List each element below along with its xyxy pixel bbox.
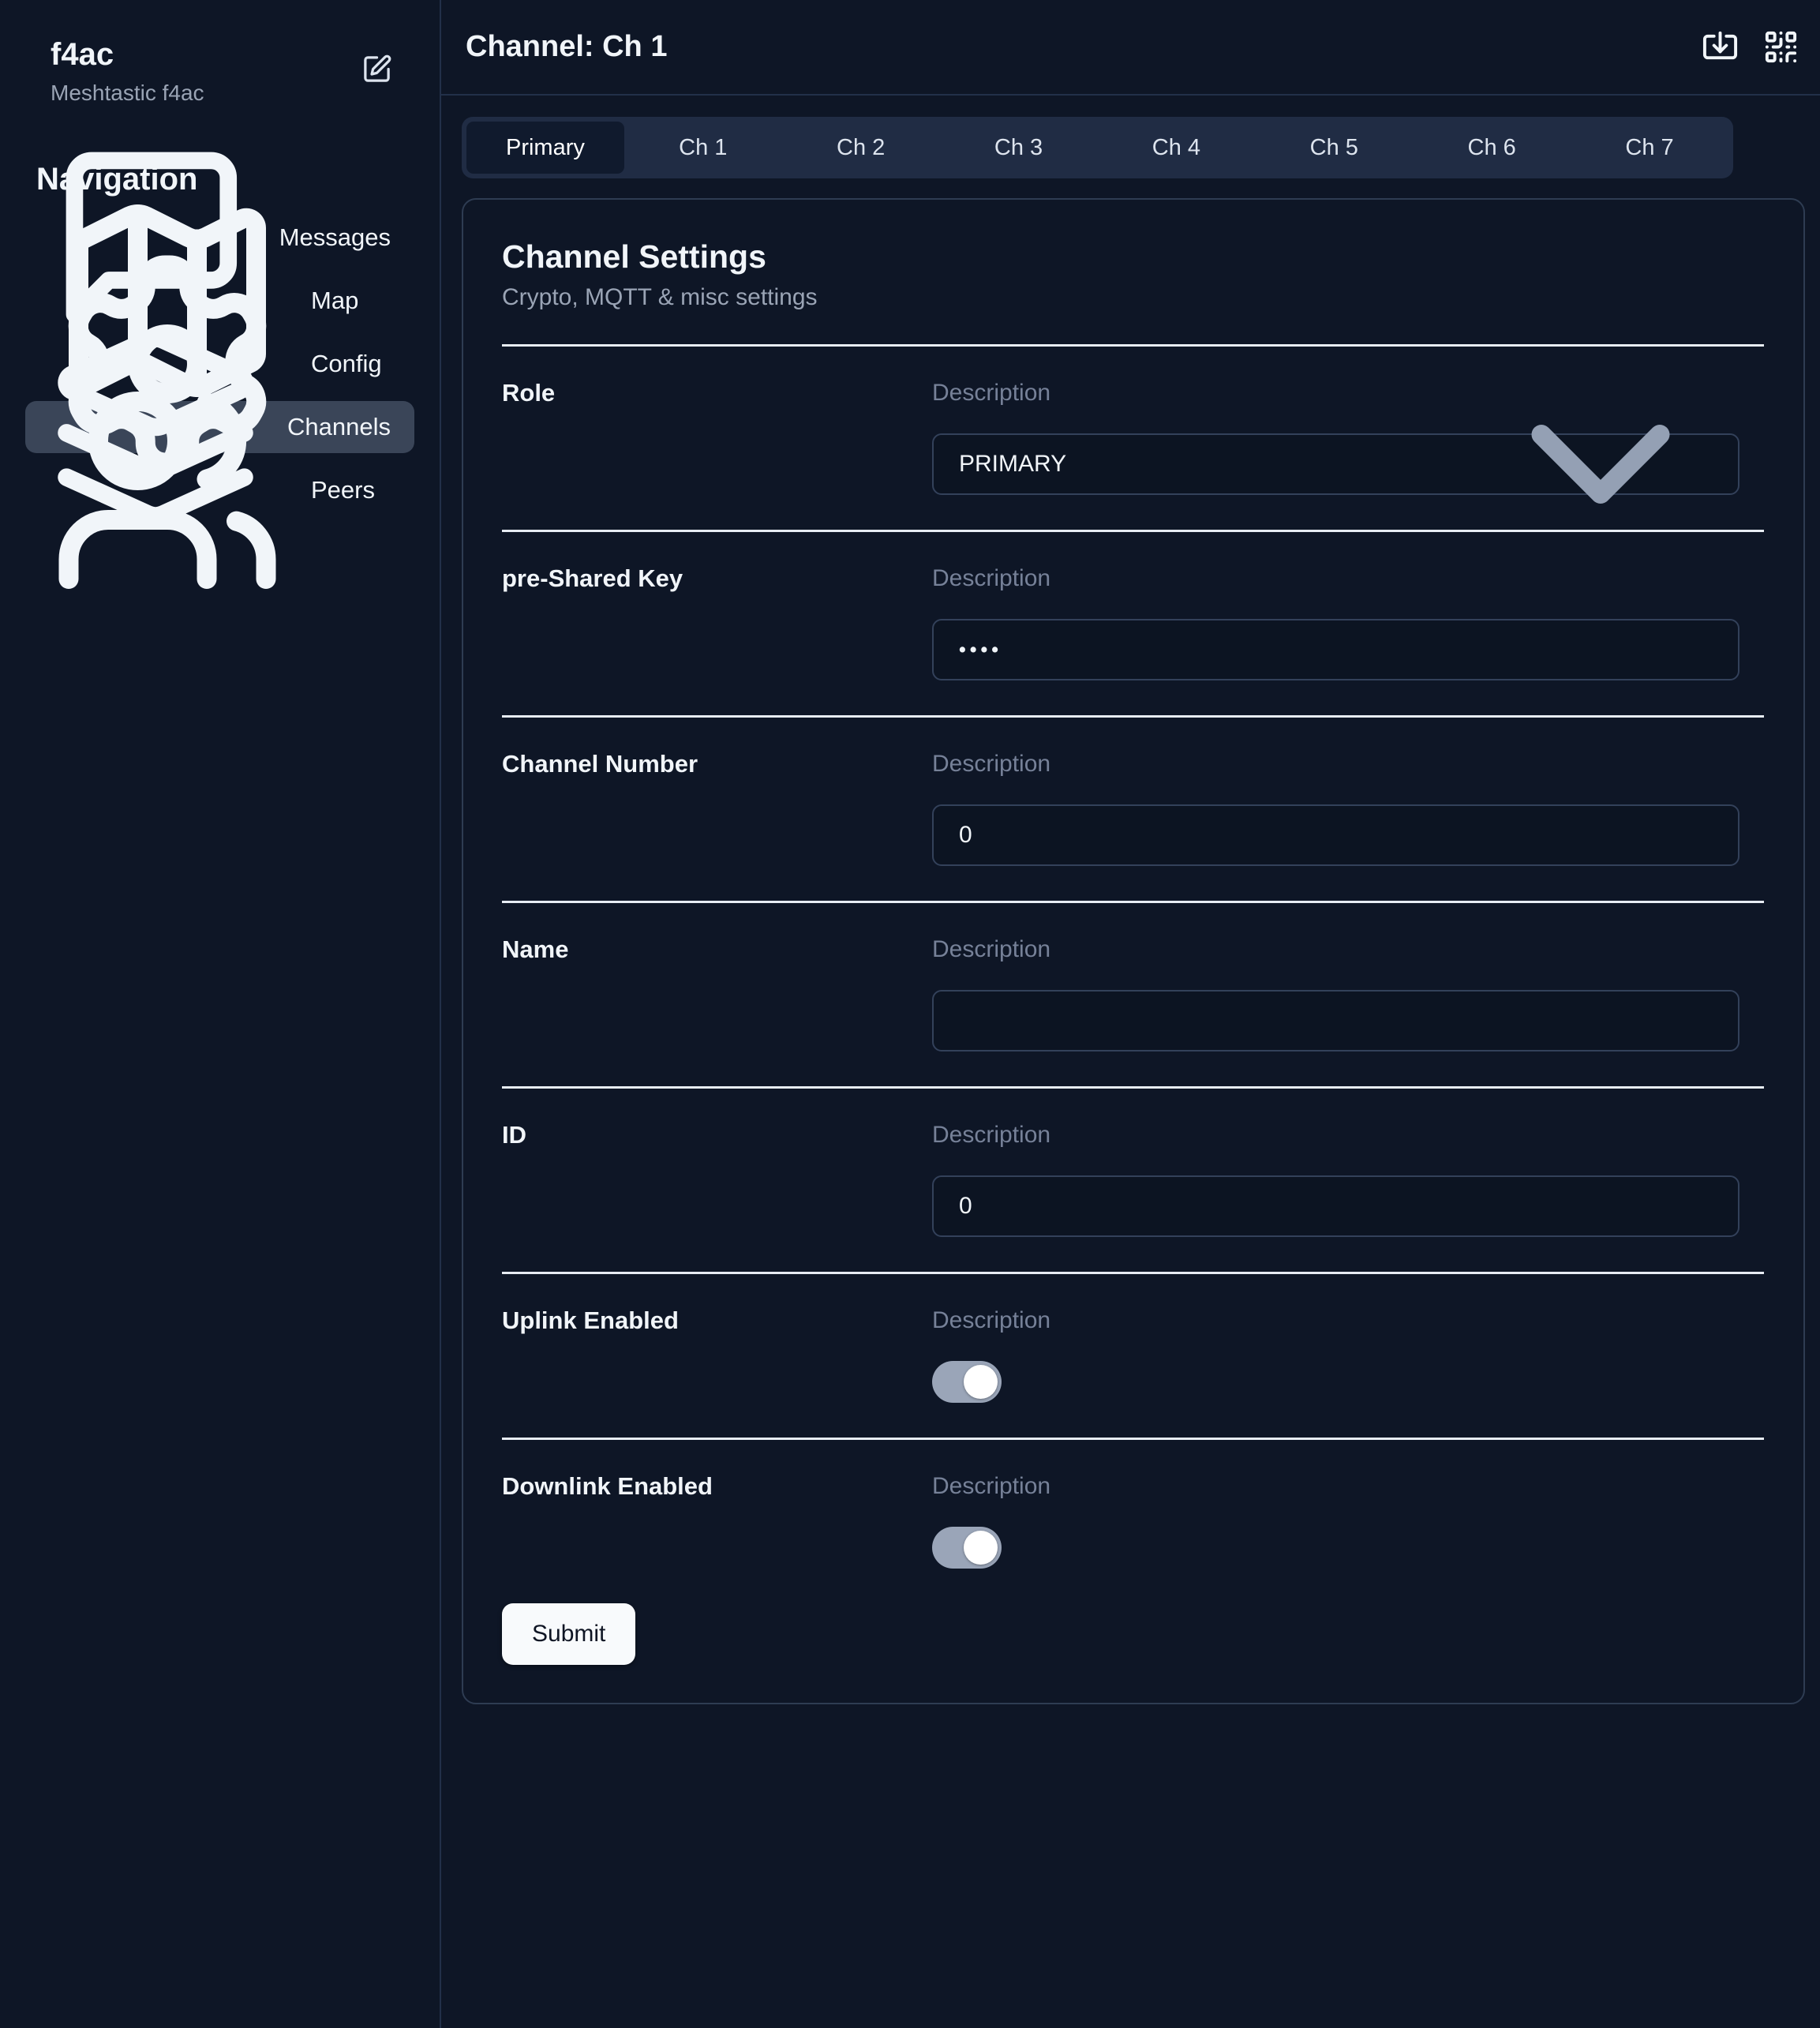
select-value: PRIMARY: [959, 451, 1066, 478]
qr-code-icon: [1762, 28, 1799, 66]
form-row-uplink-enabled: Uplink EnabledDescription: [502, 1274, 1764, 1440]
tab-ch-1[interactable]: Ch 1: [624, 122, 782, 174]
id-input[interactable]: [932, 1175, 1739, 1237]
edit-icon: [361, 54, 392, 84]
form-row-channel-number: Channel NumberDescription: [502, 718, 1764, 903]
field-area: Description: [932, 1123, 1739, 1237]
field-description: Description: [932, 1475, 1739, 1498]
form-row-role: RoleDescriptionPRIMARY: [502, 347, 1764, 532]
sidebar-item-label: Map: [311, 287, 358, 315]
main-area: Channel: Ch 1 PrimaryCh 1Ch 2Ch 3Ch 4Ch …: [441, 0, 1820, 2028]
app-root: f4ac Meshtastic f4ac Navigation Messages…: [0, 0, 1820, 2028]
field-area: Description: [932, 567, 1739, 680]
import-button[interactable]: [1702, 28, 1739, 66]
channel-settings-form: RoleDescriptionPRIMARYpre-Shared KeyDesc…: [502, 347, 1764, 1603]
device-info: f4ac Meshtastic f4ac: [51, 36, 204, 104]
sidebar-item-label: Config: [311, 350, 382, 378]
main-header: Channel: Ch 1: [441, 0, 1820, 96]
qr-code-button[interactable]: [1762, 28, 1799, 66]
field-label: Uplink Enabled: [502, 1309, 932, 1403]
header-actions: [1702, 28, 1799, 66]
chevron-down-icon: [1482, 346, 1719, 583]
edit-device-button[interactable]: [361, 54, 392, 84]
field-area: DescriptionPRIMARY: [932, 381, 1739, 495]
toggle-knob: [964, 1365, 998, 1399]
field-label: Name: [502, 938, 932, 1051]
field-label: Downlink Enabled: [502, 1475, 932, 1569]
form-row-downlink-enabled: Downlink EnabledDescription: [502, 1440, 1764, 1603]
field-description: Description: [932, 567, 1739, 590]
downlink-enabled-toggle[interactable]: [932, 1527, 1002, 1569]
tab-ch-6[interactable]: Ch 6: [1413, 122, 1571, 174]
field-area: Description: [932, 1309, 1739, 1403]
submit-button[interactable]: Submit: [502, 1603, 635, 1665]
field-label: ID: [502, 1123, 932, 1237]
card-title: Channel Settings: [502, 239, 1764, 275]
sidebar-header: f4ac Meshtastic f4ac: [0, 0, 440, 104]
device-subtitle: Meshtastic f4ac: [51, 82, 204, 104]
pre-shared-key-input[interactable]: [932, 619, 1739, 680]
card-subtitle: Crypto, MQTT & misc settings: [502, 286, 1764, 309]
sidebar-item-label: Channels: [287, 413, 391, 441]
tab-ch-2[interactable]: Ch 2: [782, 122, 940, 174]
channel-number-input[interactable]: [932, 804, 1739, 866]
tab-ch-5[interactable]: Ch 5: [1255, 122, 1413, 174]
field-description: Description: [932, 1123, 1739, 1147]
field-description: Description: [932, 1309, 1739, 1333]
card-header: Channel Settings Crypto, MQTT & misc set…: [502, 239, 1764, 347]
field-description: Description: [932, 752, 1739, 776]
toggle-knob: [964, 1531, 998, 1565]
channel-tabs: PrimaryCh 1Ch 2Ch 3Ch 4Ch 5Ch 6Ch 7: [462, 117, 1733, 178]
sidebar: f4ac Meshtastic f4ac Navigation Messages…: [0, 0, 441, 2028]
field-label: pre-Shared Key: [502, 567, 932, 680]
import-icon: [1702, 28, 1739, 66]
tab-ch-7[interactable]: Ch 7: [1571, 122, 1728, 174]
sidebar-item-label: Messages: [279, 223, 391, 252]
field-description: Description: [932, 938, 1739, 962]
sidebar-item-peers[interactable]: Peers: [25, 464, 414, 516]
tab-ch-3[interactable]: Ch 3: [940, 122, 1098, 174]
field-label: Role: [502, 381, 932, 495]
sidebar-item-label: Peers: [311, 476, 375, 504]
field-area: Description: [932, 1475, 1739, 1569]
channel-settings-card: Channel Settings Crypto, MQTT & misc set…: [462, 198, 1805, 1704]
page-title: Channel: Ch 1: [466, 30, 667, 64]
sidebar-nav: Messages Map Config Channels Peers: [0, 212, 440, 516]
name-input[interactable]: [932, 990, 1739, 1051]
content-area: PrimaryCh 1Ch 2Ch 3Ch 4Ch 5Ch 6Ch 7 Chan…: [441, 96, 1820, 1704]
device-name: f4ac: [51, 36, 204, 73]
tab-ch-4[interactable]: Ch 4: [1098, 122, 1256, 174]
field-area: Description: [932, 752, 1739, 866]
uplink-enabled-toggle[interactable]: [932, 1361, 1002, 1403]
field-label: Channel Number: [502, 752, 932, 866]
tab-primary[interactable]: Primary: [466, 122, 624, 174]
form-row-id: IDDescription: [502, 1089, 1764, 1274]
field-area: Description: [932, 938, 1739, 1051]
form-row-name: NameDescription: [502, 903, 1764, 1089]
role-select[interactable]: PRIMARY: [932, 433, 1739, 495]
users-icon: [49, 372, 286, 609]
